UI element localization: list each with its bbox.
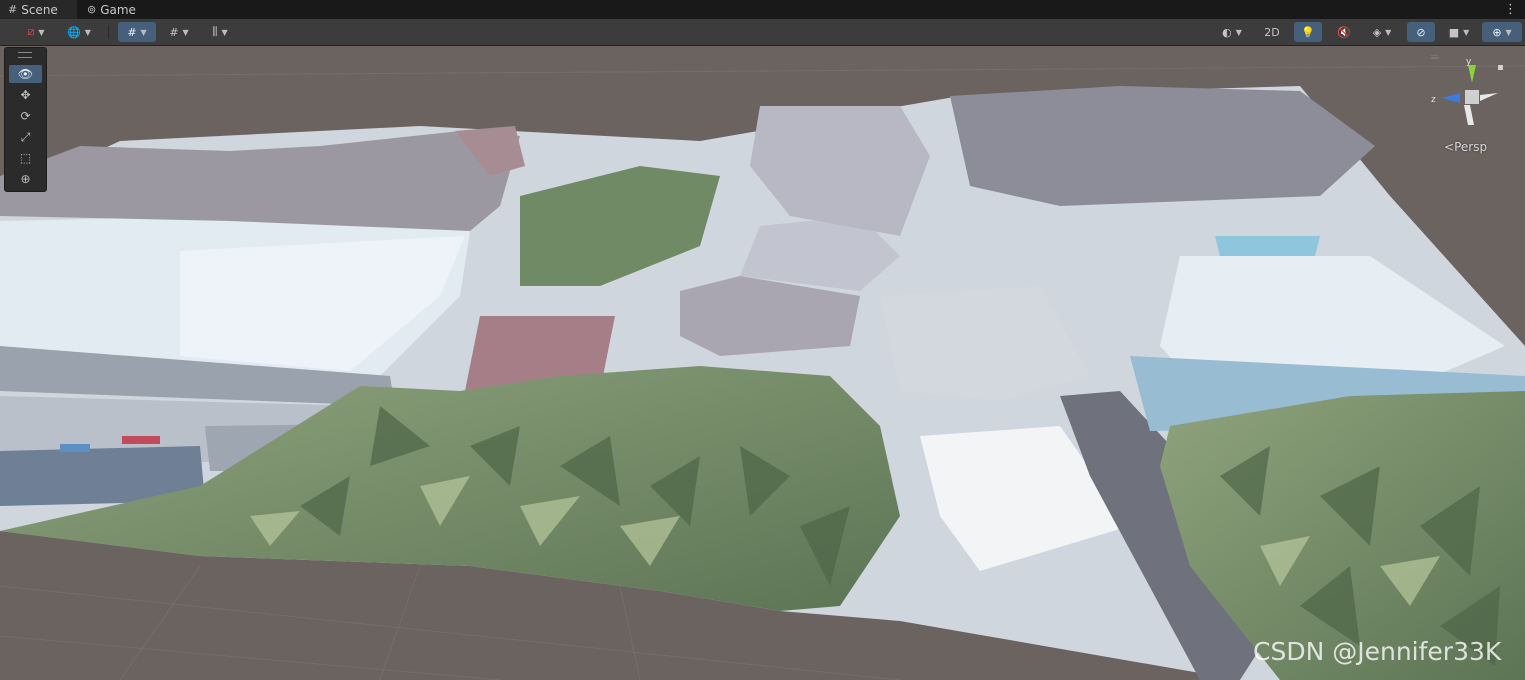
- grid-snap-icon: #: [127, 25, 137, 39]
- hidden-objects-toggle[interactable]: ⊘: [1407, 22, 1435, 42]
- z-axis-label: z: [1431, 95, 1436, 105]
- shading-mode-dropdown[interactable]: ◐ ▼: [1212, 22, 1252, 42]
- y-axis-label: y: [1466, 57, 1472, 67]
- move-arrows-icon: ✥: [20, 88, 31, 102]
- projection-chevron-icon: <: [1444, 140, 1455, 154]
- scale-tool-button[interactable]: ⤢: [9, 128, 42, 146]
- chevron-down-icon: ▼: [1235, 27, 1242, 37]
- shading-sphere-icon: ◐: [1222, 25, 1232, 39]
- chevron-down-icon: ▼: [38, 27, 45, 37]
- audio-toggle[interactable]: 🔇: [1330, 22, 1358, 42]
- move-tool-button[interactable]: ✥: [9, 86, 42, 104]
- global-local-dropdown[interactable]: 🌐 ▼: [60, 22, 98, 42]
- tab-game[interactable]: ⊚ Game: [79, 0, 149, 19]
- camera-icon: ■: [1448, 25, 1460, 39]
- red-vehicle: [122, 436, 160, 444]
- effects-layers-icon: ◈: [1372, 25, 1382, 39]
- toggle-2d-label: 2D: [1264, 25, 1280, 39]
- more-options-icon[interactable]: ⋮: [1504, 0, 1517, 19]
- orientation-gizmo[interactable]: y z: [1428, 54, 1518, 130]
- chevron-down-icon: ▼: [1463, 27, 1470, 37]
- grid-snapping-toggle[interactable]: # ▼: [118, 22, 156, 42]
- eye-icon: 👁: [17, 67, 34, 81]
- toolbar-divider: [108, 25, 109, 39]
- blue-vehicle: [60, 444, 90, 452]
- chevron-down-icon: ▼: [84, 27, 91, 37]
- neg-y-axis-cone[interactable]: [1464, 105, 1474, 125]
- draw-mode-icon: ⧄: [27, 25, 35, 38]
- tab-bar: # Scene ⊚ Game ⋮: [0, 0, 1525, 19]
- globe-icon: 🌐: [67, 25, 81, 39]
- chevron-down-icon: ▼: [1385, 27, 1392, 37]
- tab-scene[interactable]: # Scene: [0, 0, 77, 19]
- scene-toolbar: ⧄ ▼ 🌐 ▼ # ▼ # ▼ ⫼ ▼ ◐ ▼ 2D 💡 🔇 ◈ ▼ ⊘ ■ ▼ ⊕ ▼: [0, 19, 1525, 46]
- gamepad-icon: ⊚: [87, 3, 97, 16]
- drag-handle-icon[interactable]: [18, 52, 32, 58]
- tool-palette: 👁 ✥ ⟳ ⤢ ⬚ ⊕: [4, 47, 47, 192]
- lightbulb-icon: 💡: [1301, 25, 1315, 39]
- x-axis-cone[interactable]: [1480, 93, 1498, 101]
- chevron-down-icon: ▼: [182, 27, 189, 37]
- gizmo-globe-icon: ⊕: [1492, 25, 1502, 39]
- ruler-dropdown[interactable]: ⫼ ▼: [202, 22, 238, 42]
- watermark: CSDN @Jennifer33K: [1253, 637, 1502, 666]
- tab-game-label: Game: [100, 2, 136, 17]
- gizmos-dropdown[interactable]: ⊕ ▼: [1482, 22, 1522, 42]
- tab-scene-label: Scene: [21, 2, 58, 17]
- gizmo-center-cube[interactable]: [1465, 90, 1479, 104]
- projection-label: Persp: [1454, 140, 1488, 154]
- draw-mode-dropdown[interactable]: ⧄ ▼: [17, 22, 55, 42]
- snap-settings-dropdown[interactable]: # ▼: [160, 22, 198, 42]
- building-row-northeast: [950, 86, 1375, 206]
- gizmo-lock-icon[interactable]: [1498, 65, 1503, 70]
- projection-toggle[interactable]: <Persp: [1444, 140, 1487, 154]
- camera-settings-dropdown[interactable]: ■ ▼: [1440, 22, 1478, 42]
- speaker-muted-icon: 🔇: [1337, 25, 1351, 39]
- transform-tool-button[interactable]: ⊕: [9, 170, 42, 188]
- chevron-down-icon: ▼: [221, 27, 228, 37]
- snap-increment-icon: #: [169, 25, 179, 39]
- rect-transform-icon: ⬚: [19, 151, 32, 165]
- rotate-icon: ⟳: [20, 109, 31, 123]
- axis-gizmo-icon: y z: [1431, 54, 1503, 125]
- chevron-down-icon: ▼: [1505, 27, 1512, 37]
- y-axis-cone[interactable]: [1468, 65, 1476, 83]
- eye-slash-icon: ⊘: [1416, 25, 1426, 39]
- scene-viewport[interactable]: [0, 46, 1525, 680]
- chevron-down-icon: ▼: [140, 27, 147, 37]
- scene-render: [0, 65, 1525, 680]
- pool-blue: [1215, 236, 1320, 256]
- z-axis-cone[interactable]: [1442, 93, 1460, 103]
- grid-icon: #: [8, 3, 18, 16]
- transform-icon: ⊕: [20, 172, 31, 186]
- effects-dropdown[interactable]: ◈ ▼: [1362, 22, 1402, 42]
- view-tool-button[interactable]: 👁: [9, 65, 42, 83]
- ruler-icon: ⫼: [212, 25, 218, 38]
- toggle-2d-button[interactable]: 2D: [1258, 22, 1286, 42]
- scale-icon: ⤢: [20, 129, 31, 144]
- rect-tool-button[interactable]: ⬚: [9, 149, 42, 167]
- rotate-tool-button[interactable]: ⟳: [9, 107, 42, 125]
- lighting-toggle[interactable]: 💡: [1294, 22, 1322, 42]
